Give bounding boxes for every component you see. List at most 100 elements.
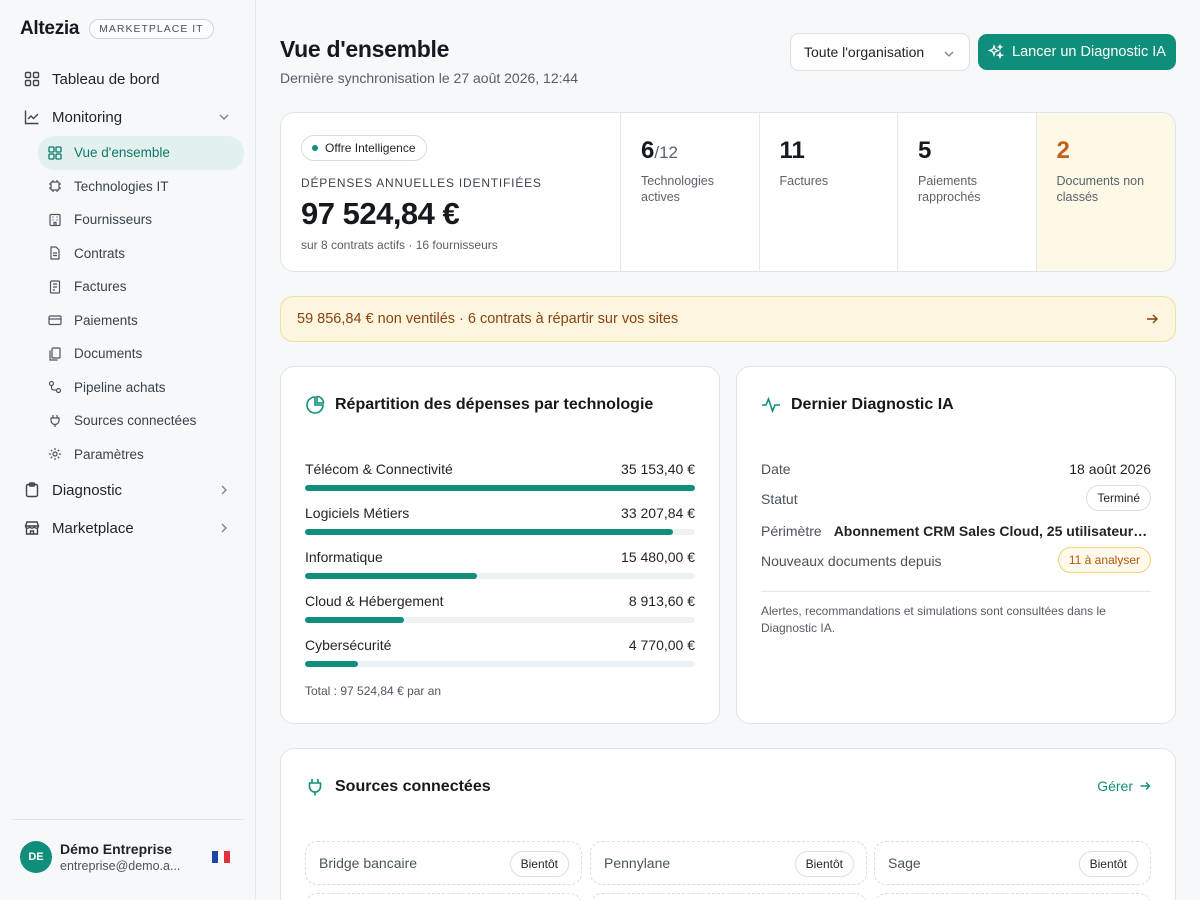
plug-icon	[305, 777, 325, 797]
chart-line-icon	[24, 109, 40, 125]
banner-text: 59 856,84 € non ventilés · 6 contrats à …	[297, 311, 679, 327]
activity-icon	[761, 395, 781, 415]
source-name: Pennylane	[604, 855, 671, 871]
source-tile[interactable]	[874, 893, 1151, 900]
building-icon	[48, 213, 62, 227]
bar-value-label: 8 913,60 €	[628, 593, 695, 609]
bar-category-label: Télécom & Connectivité	[305, 461, 453, 477]
bar-track	[305, 661, 695, 667]
card-title-text: Dernier Diagnostic IA	[791, 396, 954, 413]
sidebar-item-marketplace[interactable]: Marketplace	[12, 509, 244, 547]
diagnostic-date-value: 18 août 2026	[1069, 461, 1151, 477]
spend-bar-row: Cybersécurité 4 770,00 €	[305, 637, 695, 667]
launch-diagnostic-button[interactable]: Lancer un Diagnostic IA	[978, 34, 1176, 70]
card-title-text: Répartition des dépenses par technologie	[335, 396, 654, 413]
arrow-right-icon	[1139, 780, 1151, 792]
stat-value: 6/12	[641, 137, 678, 164]
diagnostic-note: Alertes, recommandations et simulations …	[761, 604, 1106, 635]
source-tile[interactable]: Bridge bancaire Bientôt	[305, 841, 582, 885]
sidebar-item-contracts[interactable]: Contrats	[38, 237, 244, 271]
stat-value: 11	[779, 137, 805, 164]
source-tile[interactable]	[305, 893, 582, 900]
diagnostic-new-docs-row: Nouveaux documents depuis 11 à analyser	[761, 547, 1151, 573]
annual-spend-card: Offre Intelligence DÉPENSES ANNUELLES ID…	[281, 113, 621, 271]
sidebar-item-pipeline[interactable]: Pipeline achats	[38, 371, 244, 405]
sidebar-item-technologies[interactable]: Technologies IT	[38, 170, 244, 204]
bar-track	[305, 529, 695, 535]
sidebar-item-overview[interactable]: Vue d'ensemble	[38, 136, 244, 170]
sidebar-item-label: Factures	[74, 279, 127, 295]
sidebar-item-label: Marketplace	[52, 519, 134, 537]
launch-diagnostic-label: Lancer un Diagnostic IA	[1012, 44, 1166, 60]
user-info: Démo Entreprise entreprise@demo.a...	[60, 841, 200, 873]
bar-fill	[305, 617, 404, 623]
stat-label: Documents non classés	[1056, 174, 1145, 204]
stat-invoices[interactable]: 11 Factures	[760, 113, 898, 271]
annual-spend-label: DÉPENSES ANNUELLES IDENTIFIÉES	[301, 176, 542, 190]
sidebar-item-settings[interactable]: Paramètres	[38, 438, 244, 472]
bar-header: Informatique 15 480,00 €	[305, 549, 695, 565]
sidebar-item-label: Pipeline achats	[74, 379, 166, 395]
status-badge: Terminé	[1086, 485, 1151, 511]
bar-track	[305, 573, 695, 579]
stat-technologies[interactable]: 6/12 Technologies actives	[621, 113, 760, 271]
brand-badge: MARKETPLACE IT	[89, 19, 214, 39]
organization-select[interactable]: Toute l'organisation	[790, 33, 970, 71]
manage-sources-link[interactable]: Gérer	[1097, 778, 1151, 794]
sparkles-icon	[988, 44, 1004, 60]
sidebar-item-payments[interactable]: Paiements	[38, 304, 244, 338]
stat-value: 2	[1056, 137, 1070, 164]
source-name: Sage	[888, 855, 921, 871]
clipboard-icon	[24, 482, 40, 498]
spend-by-technology-card: Répartition des dépenses par technologie…	[280, 366, 720, 724]
sidebar-item-label: Technologies IT	[74, 178, 169, 194]
chip-icon	[48, 179, 62, 193]
offer-badge: Offre Intelligence	[301, 135, 427, 161]
stat-unclassified-documents[interactable]: 2 Documents non classés	[1036, 113, 1175, 271]
bar-fill	[305, 485, 695, 491]
bar-header: Logiciels Métiers 33 207,84 €	[305, 505, 695, 521]
offer-badge-label: Offre Intelligence	[325, 141, 416, 155]
source-tile[interactable]: Sage Bientôt	[874, 841, 1151, 885]
brand: Altezia MARKETPLACE IT	[20, 18, 214, 40]
card-title-text: Sources connectées	[335, 778, 491, 795]
sidebar-item-label: Vue d'ensemble	[74, 145, 170, 161]
store-icon	[24, 520, 40, 536]
spend-bar-row: Cloud & Hébergement 8 913,60 €	[305, 593, 695, 623]
sidebar-item-label: Paiements	[74, 312, 138, 328]
sidebar-item-documents[interactable]: Documents	[38, 337, 244, 371]
organization-select-value: Toute l'organisation	[804, 44, 925, 60]
user-profile[interactable]: DE Démo Entreprise entreprise@demo.a...	[12, 819, 244, 873]
sidebar-item-sources[interactable]: Sources connectées	[38, 404, 244, 438]
coming-soon-badge: Bientôt	[794, 851, 854, 877]
sidebar-item-label: Documents	[74, 346, 143, 362]
monitoring-submenu: Vue d'ensemble Technologies IT Fournisse…	[12, 136, 244, 471]
pending-docs-badge[interactable]: 11 à analyser	[1057, 547, 1151, 573]
documents-icon	[48, 347, 62, 361]
brand-name: Altezia	[20, 18, 80, 39]
sidebar-item-label: Monitoring	[52, 108, 123, 126]
spend-bar-row: Informatique 15 480,00 €	[305, 549, 695, 579]
sidebar-item-monitoring[interactable]: Monitoring	[12, 98, 244, 136]
french-flag-icon[interactable]	[212, 851, 230, 863]
source-tile[interactable]	[590, 893, 867, 900]
source-tile[interactable]: Pennylane Bientôt	[590, 841, 867, 885]
chevron-down-icon	[218, 110, 230, 122]
workflow-icon	[48, 380, 62, 394]
bar-track	[305, 617, 695, 623]
stat-label: Technologies actives	[641, 174, 714, 204]
sidebar-item-invoices[interactable]: Factures	[38, 270, 244, 304]
unallocated-alert-banner[interactable]: 59 856,84 € non ventilés · 6 contrats à …	[280, 296, 1176, 342]
sidebar-item-label: Fournisseurs	[74, 212, 153, 228]
sync-status: Dernière synchronisation le 27 août 2026…	[280, 70, 579, 86]
user-name: Démo Entreprise	[60, 841, 173, 857]
file-icon	[48, 246, 62, 260]
sidebar-nav: Tableau de bord Monitoring Vue d'ensembl…	[12, 60, 244, 547]
stat-label: Paiements rapprochés	[918, 174, 981, 204]
stat-payments[interactable]: 5 Paiements rapprochés	[898, 113, 1037, 271]
sidebar-item-diagnostic[interactable]: Diagnostic	[12, 471, 244, 509]
coming-soon-badge: Bientôt	[509, 851, 569, 877]
stat-label: Factures	[779, 174, 829, 188]
sidebar-item-suppliers[interactable]: Fournisseurs	[38, 203, 244, 237]
sidebar-item-dashboard[interactable]: Tableau de bord	[12, 60, 244, 98]
